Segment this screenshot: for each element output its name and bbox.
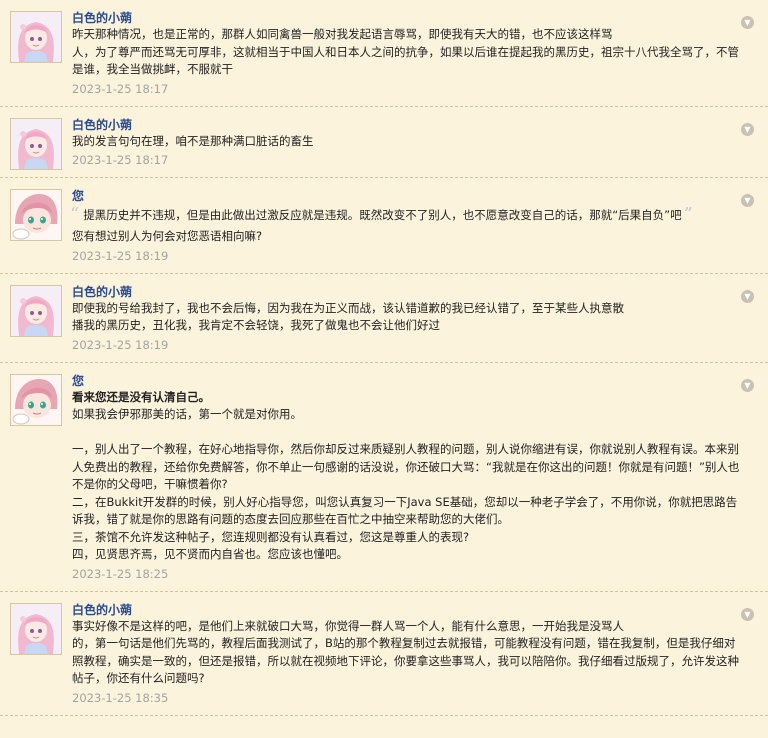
post-item: 白色的小蒴 ▼ 即使我的号给我封了，我也不会后悔，因为我在为正义而战，该认错道歉的我… bbox=[0, 274, 768, 363]
post-content: 看来您还是没有认清自己。如果我会伊邪那美的话，第一个就是对你用。一，别人出了一个… bbox=[72, 389, 740, 564]
quote-block: “提黑历史并不违规，但是由此做出过激反应就是违规。既然改变不了别人，也不愿意改变… bbox=[70, 206, 740, 224]
post-content: 事实好像不是这样的吧，是他们上来就破口大骂，你觉得一群人骂一个人，能有什么意思，… bbox=[72, 618, 740, 688]
post-content: “提黑历史并不违规，但是由此做出过激反应就是违规。既然改变不了别人，也不愿意改变… bbox=[70, 206, 740, 246]
post-author[interactable]: 白色的小蒴 bbox=[72, 117, 740, 133]
post-content: 即使我的号给我封了，我也不会后悔，因为我在为正义而战，该认错道歉的我已经认错了，… bbox=[72, 300, 740, 335]
post-item: 您 ▼ 看来您还是没有认清自己。 如果我会伊邪那美的话，第一个就是对你用。 一，别人出了… bbox=[0, 363, 768, 592]
chevron-down-icon[interactable]: ▼ bbox=[741, 16, 754, 29]
post-item: 您 ▼ “提黑历史并不违规，但是由此做出过激反应就是违规。既然改变不了别人，也不愿意… bbox=[0, 178, 768, 274]
chevron-down-icon[interactable]: ▼ bbox=[741, 289, 754, 303]
close-quote-icon: ” bbox=[683, 204, 693, 225]
pink-girl-avatar-icon bbox=[11, 285, 61, 336]
post-author[interactable]: 白色的小蒴 bbox=[72, 284, 740, 300]
avatar[interactable] bbox=[10, 189, 62, 241]
avatar[interactable] bbox=[10, 602, 62, 655]
pink-girl-avatar-icon bbox=[11, 603, 61, 654]
avatar[interactable] bbox=[10, 373, 62, 426]
chevron-down-icon[interactable]: ▼ bbox=[741, 194, 754, 207]
chevron-down-icon[interactable]: ▼ bbox=[741, 378, 754, 392]
quote-text: 提黑历史并不违规，但是由此做出过激反应就是违规。既然改变不了别人，也不愿意改变自… bbox=[83, 208, 682, 222]
post-line: 的，第一句话是他们先骂的，教程后面我测试了，B站的那个教程复制过去就报错，可能教… bbox=[72, 636, 739, 685]
pink-girl-avatar-icon bbox=[11, 12, 61, 62]
post-item: 白色的小蒴 ▼ 事实好像不是这样的吧，是他们上来就破口大骂，你觉得一群人骂一个人，能… bbox=[0, 592, 768, 716]
avatar[interactable] bbox=[10, 117, 62, 170]
open-quote-icon: “ bbox=[70, 204, 80, 225]
post-author[interactable]: 您 bbox=[72, 188, 740, 204]
green-eyed-girl-avatar-icon bbox=[11, 190, 61, 240]
avatar[interactable] bbox=[10, 284, 62, 337]
post-line: 三，茶馆不允许发这种帖子，您连规则都没有认真看过，您这是尊重人的表现? bbox=[72, 529, 470, 544]
avatar[interactable] bbox=[10, 11, 62, 63]
post-author[interactable]: 白色的小蒴 bbox=[72, 602, 740, 618]
post-line: 即使我的号给我封了，我也不会后悔，因为我在为正义而战，该认错道歉的我已经认错了，… bbox=[72, 300, 624, 315]
chevron-down-icon[interactable]: ▼ bbox=[741, 607, 754, 621]
post-timestamp: 2023-1-25 18:35 bbox=[72, 690, 169, 705]
post-line: 二，在Bukkit开发群的时候，别人好心指导您，叫您认真复习一下Java SE基… bbox=[72, 494, 738, 527]
post-timestamp: 2023-1-25 18:17 bbox=[72, 81, 169, 96]
post-emphasis-line: 看来您还是没有认清自己。 bbox=[72, 389, 210, 404]
post-thread: 白色的小蒴 ▼ 昨天那种情况，也是正常的，那群人如同禽兽一般对我发起语言辱骂，即使我… bbox=[0, 0, 768, 716]
post-item: 白色的小蒴 ▼ 我的发言句句在理，咱不是那种满口脏话的畜生 2023-1-25 18:… bbox=[0, 107, 768, 178]
post-line: 如果我会伊邪那美的话，第一个就是对你用。 bbox=[72, 407, 302, 421]
post-line: 事实好像不是这样的吧，是他们上来就破口大骂，你觉得一群人骂一个人，能有什么意思，… bbox=[72, 618, 624, 633]
post-line: 四，见贤思齐焉，见不贤而内自省也。您应该也懂吧。 bbox=[72, 547, 348, 561]
post-author[interactable]: 您 bbox=[72, 373, 740, 389]
post-line: 播我的黑历史，丑化我，我肯定不会轻饶，我死了做鬼也不会让他们好过 bbox=[72, 318, 440, 332]
post-line: 一，别人出了一个教程，在好心地指导你，然后你却反过来质疑别人教程的问题，别人说你… bbox=[72, 442, 740, 491]
post-line: 您有想过别人为何会对您恶语相向嘛? bbox=[72, 229, 263, 243]
post-line: 昨天那种情况，也是正常的，那群人如同禽兽一般对我发起语言辱骂，即使我有天大的错，… bbox=[72, 27, 613, 41]
post-timestamp: 2023-1-25 18:19 bbox=[72, 248, 169, 263]
post-content: 我的发言句句在理，咱不是那种满口脏话的畜生 bbox=[72, 133, 740, 151]
green-eyed-girl-avatar-icon bbox=[11, 374, 61, 425]
post-content: 昨天那种情况，也是正常的，那群人如同禽兽一般对我发起语言辱骂，即使我有天大的错，… bbox=[72, 26, 740, 79]
pink-girl-avatar-icon bbox=[11, 118, 61, 169]
post-author[interactable]: 白色的小蒴 bbox=[72, 10, 740, 26]
post-timestamp: 2023-1-25 18:17 bbox=[72, 153, 169, 167]
post-timestamp: 2023-1-25 18:25 bbox=[72, 566, 169, 581]
post-line: 我的发言句句在理，咱不是那种满口脏话的畜生 bbox=[72, 133, 314, 148]
chevron-down-icon[interactable]: ▼ bbox=[741, 122, 754, 136]
post-timestamp: 2023-1-25 18:19 bbox=[72, 337, 169, 352]
post-line bbox=[72, 424, 740, 442]
post-line: 人，为了尊严而还骂无可厚非，这就相当于中国人和日本人之间的抗争，如果以后谁在提起… bbox=[72, 44, 739, 77]
post-item: 白色的小蒴 ▼ 昨天那种情况，也是正常的，那群人如同禽兽一般对我发起语言辱骂，即使我… bbox=[0, 0, 768, 107]
